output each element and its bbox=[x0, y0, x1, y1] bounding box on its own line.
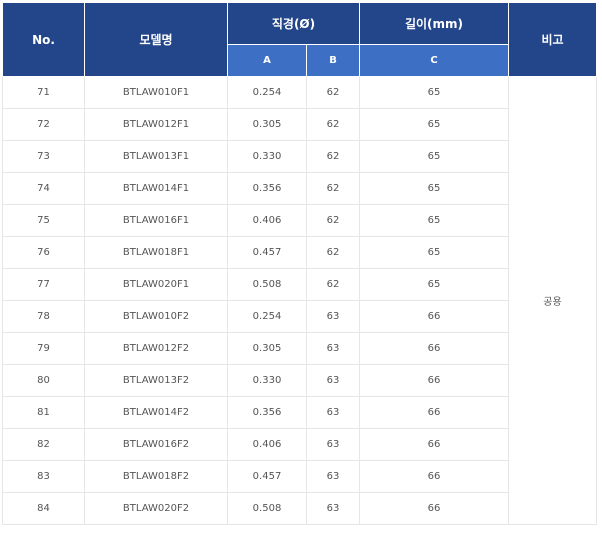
cell-length-c: 65 bbox=[359, 204, 509, 237]
cell-no: 79 bbox=[2, 332, 85, 365]
cell-diameter-a: 0.457 bbox=[227, 236, 307, 269]
cell-diameter-a: 0.406 bbox=[227, 428, 307, 461]
table-row: 71 BTLAW010F1 0.254 62 65 공용 bbox=[2, 76, 597, 525]
cell-model: BTLAW016F2 bbox=[84, 428, 228, 461]
cell-no: 75 bbox=[2, 204, 85, 237]
cell-no: 84 bbox=[2, 492, 85, 525]
cell-diameter-a: 0.356 bbox=[227, 396, 307, 429]
cell-length-c: 65 bbox=[359, 108, 509, 141]
spec-table: No. 모델명 직경(Ø) 길이(mm) 비고 A B C 71 BTLAW010… bbox=[2, 2, 597, 525]
cell-diameter-b: 63 bbox=[306, 364, 360, 397]
table-row: 82 BTLAW016F2 0.406 63 66 bbox=[2, 428, 597, 461]
cell-no: 81 bbox=[2, 396, 85, 429]
cell-no: 77 bbox=[2, 268, 85, 301]
cell-model: BTLAW014F2 bbox=[84, 396, 228, 429]
cell-length-c: 66 bbox=[359, 396, 509, 429]
header-col-c: C bbox=[359, 44, 509, 77]
cell-model: BTLAW016F1 bbox=[84, 204, 228, 237]
cell-diameter-a: 0.254 bbox=[227, 76, 307, 109]
cell-diameter-b: 62 bbox=[306, 268, 360, 301]
cell-length-c: 66 bbox=[359, 364, 509, 397]
cell-model: BTLAW012F2 bbox=[84, 332, 228, 365]
table-row: 81 BTLAW014F2 0.356 63 66 bbox=[2, 396, 597, 429]
cell-diameter-b: 62 bbox=[306, 172, 360, 205]
table-row: 73 BTLAW013F1 0.330 62 65 bbox=[2, 140, 597, 173]
table-row: 75 BTLAW016F1 0.406 62 65 bbox=[2, 204, 597, 237]
cell-no: 74 bbox=[2, 172, 85, 205]
cell-diameter-b: 63 bbox=[306, 428, 360, 461]
cell-diameter-b: 62 bbox=[306, 236, 360, 269]
cell-model: BTLAW010F1 bbox=[84, 76, 228, 109]
cell-diameter-b: 62 bbox=[306, 108, 360, 141]
cell-diameter-a: 0.406 bbox=[227, 204, 307, 237]
cell-diameter-a: 0.305 bbox=[227, 332, 307, 365]
cell-diameter-a: 0.330 bbox=[227, 364, 307, 397]
cell-no: 71 bbox=[2, 76, 85, 109]
cell-diameter-a: 0.330 bbox=[227, 140, 307, 173]
cell-diameter-a: 0.356 bbox=[227, 172, 307, 205]
cell-model: BTLAW020F1 bbox=[84, 268, 228, 301]
cell-no: 82 bbox=[2, 428, 85, 461]
cell-length-c: 65 bbox=[359, 268, 509, 301]
cell-model: BTLAW012F1 bbox=[84, 108, 228, 141]
cell-diameter-b: 62 bbox=[306, 140, 360, 173]
cell-diameter-b: 62 bbox=[306, 204, 360, 237]
table-row: 79 BTLAW012F2 0.305 63 66 bbox=[2, 332, 597, 365]
header-col-a: A bbox=[227, 44, 307, 77]
cell-diameter-a: 0.508 bbox=[227, 492, 307, 525]
table-body: 71 BTLAW010F1 0.254 62 65 공용 72 BTLAW012F1 0.305… bbox=[2, 76, 597, 525]
table-row: 76 BTLAW018F1 0.457 62 65 bbox=[2, 236, 597, 269]
cell-no: 78 bbox=[2, 300, 85, 333]
header-col-b: B bbox=[306, 44, 360, 77]
cell-length-c: 66 bbox=[359, 460, 509, 493]
table-row: 77 BTLAW020F1 0.508 62 65 bbox=[2, 268, 597, 301]
cell-diameter-b: 63 bbox=[306, 492, 360, 525]
cell-diameter-a: 0.305 bbox=[227, 108, 307, 141]
cell-model: BTLAW020F2 bbox=[84, 492, 228, 525]
table-row: 84 BTLAW020F2 0.508 63 66 bbox=[2, 492, 597, 525]
cell-model: BTLAW014F1 bbox=[84, 172, 228, 205]
cell-diameter-b: 63 bbox=[306, 332, 360, 365]
header-length: 길이(mm) bbox=[359, 2, 509, 45]
cell-no: 76 bbox=[2, 236, 85, 269]
cell-no: 83 bbox=[2, 460, 85, 493]
cell-model: BTLAW018F1 bbox=[84, 236, 228, 269]
cell-remark: 공용 bbox=[508, 76, 597, 525]
cell-length-c: 66 bbox=[359, 300, 509, 333]
cell-length-c: 65 bbox=[359, 76, 509, 109]
table-row: 74 BTLAW014F1 0.356 62 65 bbox=[2, 172, 597, 205]
cell-diameter-a: 0.508 bbox=[227, 268, 307, 301]
cell-length-c: 66 bbox=[359, 492, 509, 525]
spec-table-container: No. 모델명 직경(Ø) 길이(mm) 비고 A B C 71 BTLAW010… bbox=[2, 2, 597, 525]
cell-length-c: 65 bbox=[359, 236, 509, 269]
header-model: 모델명 bbox=[84, 2, 228, 77]
cell-length-c: 65 bbox=[359, 140, 509, 173]
table-row: 80 BTLAW013F2 0.330 63 66 bbox=[2, 364, 597, 397]
header-remark: 비고 bbox=[508, 2, 597, 77]
table-row: 72 BTLAW012F1 0.305 62 65 bbox=[2, 108, 597, 141]
cell-length-c: 65 bbox=[359, 172, 509, 205]
cell-diameter-a: 0.254 bbox=[227, 300, 307, 333]
table-header: No. 모델명 직경(Ø) 길이(mm) 비고 A B C bbox=[2, 2, 597, 77]
table-row: 78 BTLAW010F2 0.254 63 66 bbox=[2, 300, 597, 333]
cell-diameter-b: 63 bbox=[306, 460, 360, 493]
cell-no: 73 bbox=[2, 140, 85, 173]
cell-length-c: 66 bbox=[359, 428, 509, 461]
cell-diameter-b: 63 bbox=[306, 300, 360, 333]
cell-diameter-b: 63 bbox=[306, 396, 360, 429]
table-row: 83 BTLAW018F2 0.457 63 66 bbox=[2, 460, 597, 493]
cell-no: 72 bbox=[2, 108, 85, 141]
header-diameter: 직경(Ø) bbox=[227, 2, 360, 45]
cell-model: BTLAW018F2 bbox=[84, 460, 228, 493]
cell-length-c: 66 bbox=[359, 332, 509, 365]
header-no: No. bbox=[2, 2, 85, 77]
cell-diameter-a: 0.457 bbox=[227, 460, 307, 493]
cell-model: BTLAW013F2 bbox=[84, 364, 228, 397]
cell-model: BTLAW013F1 bbox=[84, 140, 228, 173]
cell-model: BTLAW010F2 bbox=[84, 300, 228, 333]
cell-no: 80 bbox=[2, 364, 85, 397]
cell-diameter-b: 62 bbox=[306, 76, 360, 109]
